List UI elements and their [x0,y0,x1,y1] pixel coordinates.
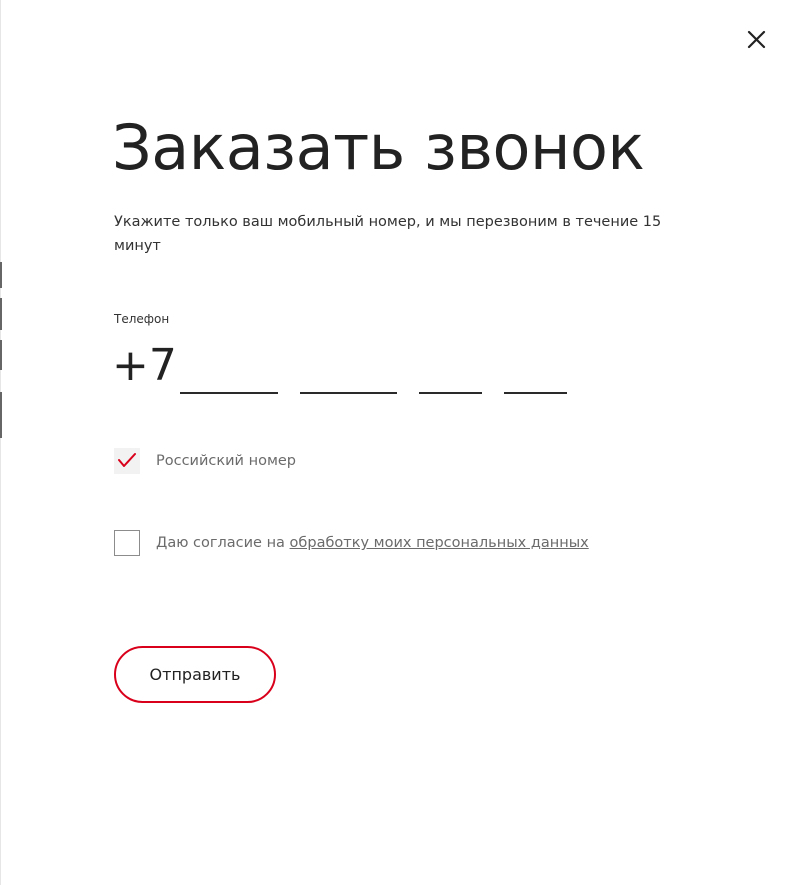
phone-input-area-code[interactable] [180,358,278,394]
modal-title: Заказать звонок [112,111,645,184]
checkmark-icon [118,453,136,467]
left-edge-mark [0,298,2,330]
consent-label: Даю согласие на обработку моих персональ… [156,533,589,553]
callback-modal: Заказать звонок Укажите только ваш мобил… [0,0,800,885]
submit-button[interactable]: Отправить [114,646,276,703]
phone-input-part-1[interactable] [300,358,397,394]
left-edge-mark [0,262,2,288]
consent-label-text: Даю согласие на [156,535,285,551]
russian-number-option[interactable]: Российский номер [114,448,296,474]
phone-input-part-3[interactable] [504,358,567,394]
left-edge-mark [0,392,2,438]
left-edge-mark [0,340,2,370]
consent-checkbox[interactable] [114,530,140,556]
consent-option[interactable]: Даю согласие на обработку моих персональ… [114,530,589,556]
personal-data-link[interactable]: обработку моих персональных данных [290,535,589,551]
russian-number-checkbox[interactable] [114,448,140,474]
phone-country-code: +7 [112,340,177,391]
close-button[interactable] [741,24,771,54]
phone-label: Телефон [114,312,170,326]
russian-number-label: Российский номер [156,453,297,469]
left-edge-divider [0,0,1,885]
modal-description: Укажите только ваш мобильный номер, и мы… [114,214,662,254]
close-icon [747,30,766,49]
phone-input-part-2[interactable] [419,358,482,394]
